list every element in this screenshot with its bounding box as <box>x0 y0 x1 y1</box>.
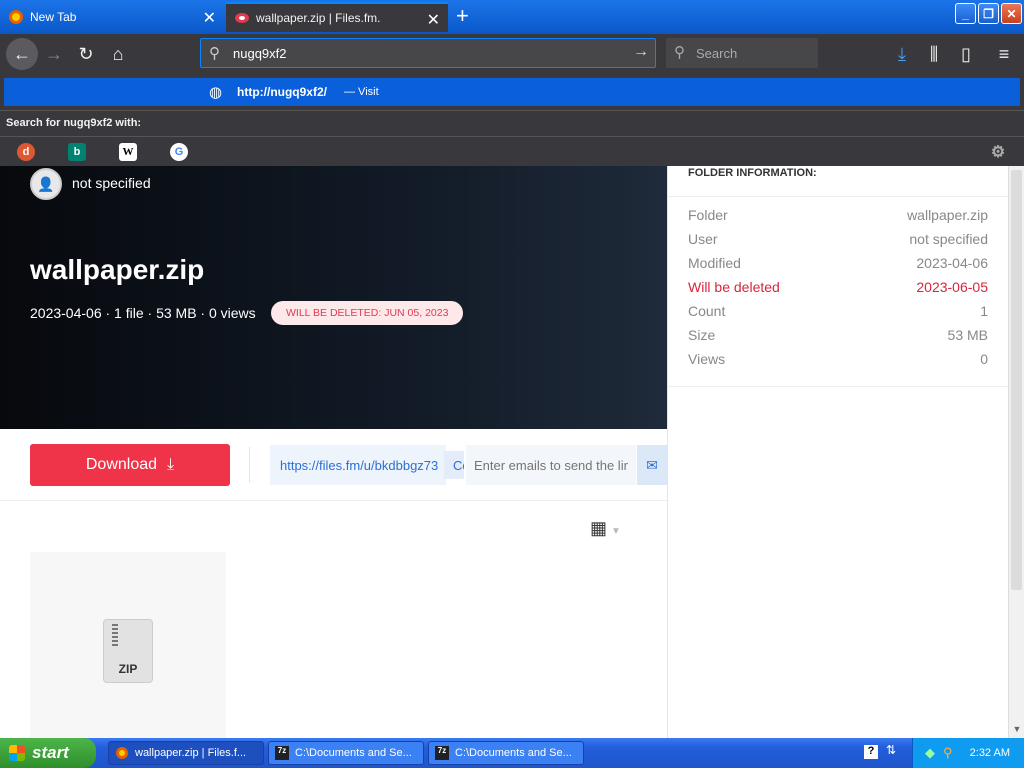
windows-logo-icon <box>9 745 25 761</box>
info-row-count: Count 1 <box>688 303 988 319</box>
copy-button[interactable]: Co <box>444 451 464 479</box>
settings-gear-icon[interactable]: ⚙ <box>989 143 1007 161</box>
back-button[interactable]: ← <box>6 38 38 70</box>
tab-wallpaper[interactable]: wallpaper.zip | Files.fm. ✕ <box>226 2 448 32</box>
download-button[interactable]: Download ⤓ <box>30 444 230 486</box>
help-icon[interactable]: ? <box>864 745 878 759</box>
info-row-deletion: Will be deleted 2023-06-05 <box>688 279 988 295</box>
globe-icon: ◍ <box>209 84 223 101</box>
share-link-field[interactable]: https://files.fm/u/bkdbbgz73 <box>270 445 446 485</box>
network-icon[interactable]: ◆ <box>925 745 935 761</box>
suggestion-url: http://nugq9xf2/ <box>237 85 327 99</box>
search-engines-row: d b W G ⚙ <box>0 136 1024 166</box>
sidebar-icon[interactable]: ▯ <box>954 42 978 66</box>
search-icon: ⚲ <box>674 44 685 61</box>
7zip-icon: 7z <box>435 746 449 760</box>
page-title: wallpaper.zip <box>30 254 205 285</box>
download-label: Download <box>85 456 158 473</box>
windows-taskbar: start wallpaper.zip | Files.f... 7z C:\D… <box>0 738 1024 768</box>
owner-name: not specified <box>72 175 151 191</box>
info-row-modified: Modified 2023-04-06 <box>688 255 988 271</box>
forward-button[interactable]: → <box>42 42 66 66</box>
downloads-icon[interactable]: ⤓ <box>890 42 914 66</box>
download-icon: ⤓ <box>167 456 175 473</box>
taskbar-item-7zip-1[interactable]: 7z C:\Documents and Se... <box>268 741 424 765</box>
library-icon[interactable]: ⫼ <box>922 42 946 66</box>
taskbar-item-firefox[interactable]: wallpaper.zip | Files.f... <box>108 741 264 765</box>
search-icon: ⚲ <box>209 45 220 62</box>
divider <box>249 447 250 483</box>
google-icon[interactable]: G <box>170 143 188 161</box>
home-button[interactable]: ⌂ <box>106 42 130 66</box>
scrollbar-thumb[interactable] <box>1011 170 1022 590</box>
suggestion-action: — Visit <box>344 86 379 98</box>
firefox-icon <box>8 9 24 25</box>
search-placeholder: Search <box>696 45 738 61</box>
tab-bar: New Tab ✕ wallpaper.zip | Files.fm. ✕ + … <box>0 0 1024 34</box>
avatar: 👤 <box>30 168 62 200</box>
url-suggestions: ◍ http://nugq9xf2/ — Visit <box>0 74 1024 110</box>
page-scrollbar[interactable]: ▼ <box>1008 166 1024 738</box>
close-tab-icon[interactable]: ✕ <box>427 10 440 30</box>
info-row-user: User not specified <box>688 231 988 247</box>
url-text: nugq9xf2 <box>233 45 287 61</box>
firefox-icon <box>115 746 129 760</box>
info-row-size: Size 53 MB <box>688 327 988 343</box>
file-header: 👤 not specified wallpaper.zip 2023-04-06… <box>0 166 667 429</box>
file-card[interactable]: ZIP <box>30 552 226 738</box>
search-with-label: Search for nugq9xf2 with: <box>6 117 142 129</box>
filesfm-icon <box>234 10 250 26</box>
start-label: start <box>32 743 69 762</box>
panel-heading: FOLDER INFORMATION: <box>688 167 817 179</box>
search-tray-icon[interactable]: ⚲ <box>943 745 953 761</box>
folder-info-panel: FOLDER INFORMATION: Folder wallpaper.zip … <box>667 166 1009 738</box>
close-tab-icon[interactable]: ✕ <box>203 8 216 28</box>
view-toggle[interactable]: ▦ ▼ <box>590 518 621 539</box>
grid-view-icon: ▦ <box>590 518 608 538</box>
info-row-folder: Folder wallpaper.zip <box>688 207 988 223</box>
new-tab-button[interactable]: + <box>456 4 469 28</box>
url-bar[interactable]: ⚲ nugq9xf2 → <box>200 38 656 68</box>
wikipedia-icon[interactable]: W <box>119 143 137 161</box>
tray-arrows-icon[interactable]: ⇅ <box>886 743 896 757</box>
search-with-bar: Search for nugq9xf2 with: <box>0 110 1024 136</box>
send-email-icon[interactable]: ✉ <box>637 445 667 485</box>
info-row-views: Views 0 <box>688 351 988 367</box>
scroll-down-icon[interactable]: ▼ <box>1011 724 1023 736</box>
menu-icon[interactable]: ≡ <box>992 42 1016 66</box>
7zip-icon: 7z <box>275 746 289 760</box>
system-tray: ◆ ⚲ 2:32 AM <box>912 738 1024 768</box>
maximize-button[interactable]: ❐ <box>978 3 999 24</box>
minimize-button[interactable]: _ <box>955 3 976 24</box>
deletion-badge: WILL BE DELETED: JUN 05, 2023 <box>271 301 464 325</box>
tab-title: New Tab <box>30 10 77 24</box>
go-arrow-icon[interactable]: → <box>633 43 649 61</box>
suggestion-visit-row[interactable]: ◍ http://nugq9xf2/ — Visit <box>4 78 1020 106</box>
tab-title: wallpaper.zip | Files.fm. <box>256 11 381 25</box>
taskbar-item-7zip-2[interactable]: 7z C:\Documents and Se... <box>428 741 584 765</box>
close-window-button[interactable]: ✕ <box>1001 3 1022 24</box>
chevron-down-icon: ▼ <box>611 526 621 537</box>
email-input[interactable] <box>466 445 636 485</box>
tab-new-tab[interactable]: New Tab ✕ <box>0 2 224 32</box>
navigation-toolbar: ← → ↻ ⌂ ⚲ nugq9xf2 → ⚲ Search ⤓ ⫼ ▯ ≡ <box>0 34 1024 74</box>
search-bar[interactable]: ⚲ Search <box>666 38 818 68</box>
reload-button[interactable]: ↻ <box>74 42 98 66</box>
bing-icon[interactable]: b <box>68 143 86 161</box>
duckduckgo-icon[interactable]: d <box>17 143 35 161</box>
file-meta: 2023-04-06 · 1 file · 53 MB · 0 views <box>30 305 256 321</box>
action-bar: Download ⤓ https://files.fm/u/bkdbbgz73 … <box>0 429 667 501</box>
zip-file-icon: ZIP <box>103 619 153 683</box>
start-button[interactable]: start <box>0 738 96 768</box>
file-type-label: ZIP <box>118 662 138 676</box>
clock: 2:32 AM <box>969 747 1010 759</box>
window-controls: _ ❐ ✕ <box>955 3 1022 24</box>
